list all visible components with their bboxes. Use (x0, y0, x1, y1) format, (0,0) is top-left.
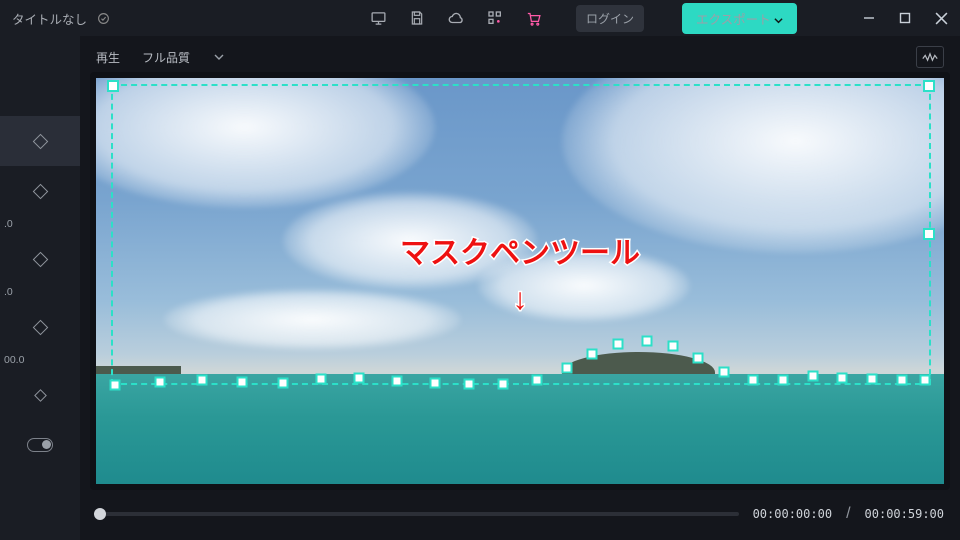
close-button[interactable] (935, 12, 948, 25)
keyframe-row[interactable]: 00.0 (0, 302, 80, 352)
time-current: 00:00:00:00 (753, 507, 832, 521)
minimize-button[interactable] (863, 12, 875, 25)
mask-pen-point[interactable] (896, 375, 907, 386)
mask-pen-point[interactable] (693, 353, 704, 364)
mask-pen-point[interactable] (498, 378, 509, 389)
properties-sidebar: .0 .0 00.0 (0, 36, 80, 540)
mask-pen-point[interactable] (531, 375, 542, 386)
mask-pen-point[interactable] (807, 370, 818, 381)
mask-pen-point[interactable] (718, 366, 729, 377)
annotation-arrow: ↓ (513, 283, 528, 317)
mask-pen-path (96, 78, 944, 484)
preview-toolbar: 再生 フル品質 (90, 42, 950, 72)
mask-pen-point[interactable] (642, 336, 653, 347)
toggle-row[interactable] (0, 420, 80, 470)
play-label[interactable]: 再生 (96, 49, 120, 66)
mask-pen-point[interactable] (197, 375, 208, 386)
mask-pen-point[interactable] (920, 375, 931, 386)
mask-pen-point[interactable] (109, 379, 120, 390)
waveform-button[interactable] (916, 46, 944, 68)
mask-pen-point[interactable] (561, 363, 572, 374)
playback-controls: 00:00:00:00 / 00:00:59:00 (90, 496, 950, 532)
keyframe-row[interactable]: .0 (0, 234, 80, 284)
time-total: 00:00:59:00 (865, 507, 944, 521)
document-title: タイトルなし (12, 9, 87, 28)
save-icon[interactable] (409, 10, 425, 26)
mask-pen-point[interactable] (392, 375, 403, 386)
maximize-button[interactable] (899, 12, 911, 25)
mask-pen-point[interactable] (154, 376, 165, 387)
mask-pen-point[interactable] (587, 349, 598, 360)
annotation-label: マスクペンツール (400, 228, 640, 272)
keyframe-row[interactable]: .0 (0, 166, 80, 216)
mask-pen-point[interactable] (236, 376, 247, 387)
mask-pen-point[interactable] (777, 375, 788, 386)
scrubber[interactable] (96, 512, 739, 516)
keyframe-row[interactable] (0, 116, 80, 166)
mask-pen-point[interactable] (315, 374, 326, 385)
mask-pen-point[interactable] (837, 372, 848, 383)
mask-pen-point[interactable] (667, 340, 678, 351)
mask-pen-point[interactable] (866, 374, 877, 385)
mask-pen-point[interactable] (277, 377, 288, 388)
mask-pen-point[interactable] (748, 375, 759, 386)
cloud-icon[interactable] (447, 9, 465, 27)
cart-icon[interactable] (525, 10, 542, 27)
quality-dropdown[interactable]: フル品質 (134, 46, 232, 69)
export-button[interactable]: エクスポート (682, 3, 797, 34)
titlebar: タイトルなし ログイン エクスポート (0, 0, 960, 36)
monitor-icon[interactable] (370, 10, 387, 27)
mask-pen-point[interactable] (612, 338, 623, 349)
grid-add-icon[interactable] (487, 10, 503, 26)
login-button[interactable]: ログイン (576, 5, 644, 32)
preview-canvas[interactable]: マスクペンツール ↓ (90, 72, 950, 490)
mask-pen-point[interactable] (353, 373, 364, 384)
mask-pen-point[interactable] (430, 377, 441, 388)
keyframe-row[interactable] (0, 370, 80, 420)
title-check-icon (97, 12, 110, 25)
mask-pen-point[interactable] (464, 378, 475, 389)
